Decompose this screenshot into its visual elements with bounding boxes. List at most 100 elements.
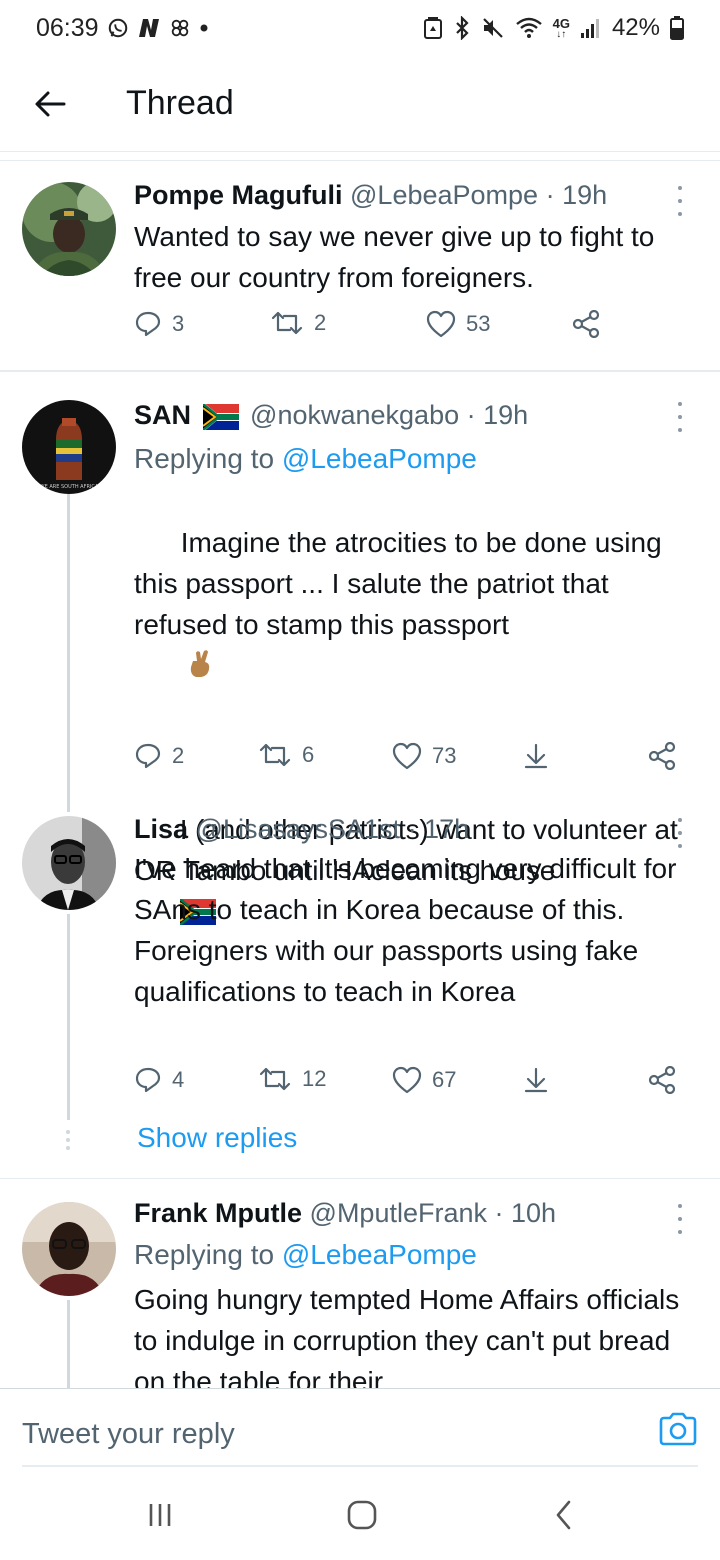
- reply-button[interactable]: 4: [134, 1066, 184, 1094]
- n-app-icon: [137, 17, 161, 39]
- like-count: 53: [466, 311, 491, 336]
- camera-button[interactable]: [658, 1411, 698, 1452]
- show-replies-link[interactable]: Show replies: [137, 1122, 297, 1154]
- status-bar: 06:39 4G ↓↑ 42%: [0, 0, 720, 56]
- tweet-text: Imagine the atrocities to be done using …: [134, 481, 698, 727]
- mention-link[interactable]: @LebeaPompe: [282, 443, 477, 474]
- page-title: Thread: [126, 84, 234, 122]
- tweet-card[interactable]: Frank Mputle @MputleFrank · 10h Replying…: [0, 1180, 720, 1388]
- divider: [0, 160, 720, 161]
- retweet-button[interactable]: 12: [258, 1066, 326, 1092]
- back-button[interactable]: [0, 56, 100, 152]
- avatar[interactable]: [22, 182, 116, 276]
- tweet-text-part: Imagine the atrocities to be done using …: [134, 527, 670, 640]
- retweet-count: 12: [302, 1066, 327, 1091]
- tweet-actions: 3 2 53: [134, 310, 690, 350]
- like-count: 67: [432, 1067, 457, 1092]
- tweet-header: Lisa @LisasaysSA1st · 17h: [134, 812, 698, 846]
- bookmark-button[interactable]: [522, 742, 550, 770]
- author-name[interactable]: Frank Mputle: [134, 1198, 302, 1228]
- share-button[interactable]: [648, 742, 678, 770]
- recent-apps-icon: [149, 1504, 171, 1526]
- avatar[interactable]: [22, 1202, 116, 1296]
- tweet-text: Wanted to say we never give up to fight …: [134, 221, 663, 293]
- divider: [22, 1465, 698, 1467]
- share-button[interactable]: [648, 1066, 678, 1094]
- retweet-icon: [259, 743, 291, 767]
- share-icon: [648, 742, 676, 770]
- south-africa-flag-icon: [202, 403, 239, 430]
- author-handle[interactable]: @MputleFrank: [310, 1198, 487, 1228]
- reply-count: 3: [172, 311, 185, 336]
- avatar[interactable]: [22, 816, 116, 910]
- signal-icon: [580, 17, 602, 39]
- author-name[interactable]: Lisa: [134, 814, 188, 844]
- author-handle[interactable]: @LebeaPompe: [350, 180, 538, 210]
- replying-to: Replying to @LebeaPompe: [134, 438, 698, 479]
- tweet-actions: 2 6 73: [134, 742, 690, 782]
- tweet-header: SAN @nokwanekgabo · 19h: [134, 398, 698, 432]
- author-name[interactable]: SAN: [134, 400, 191, 430]
- recent-apps-button[interactable]: [130, 1490, 190, 1540]
- mute-icon: [481, 16, 505, 40]
- download-icon: [524, 743, 548, 769]
- retweet-icon: [271, 311, 303, 335]
- wifi-icon: [515, 17, 543, 39]
- home-button[interactable]: [332, 1490, 392, 1540]
- dot-icon: [199, 23, 209, 33]
- avatar-caption: WE ARE SOUTH AFRICA: [40, 484, 99, 490]
- share-icon: [572, 310, 600, 338]
- retweet-count: 2: [314, 310, 327, 335]
- tweet-card[interactable]: WE ARE SOUTH AFRICA SAN @nokwanekgabo · …: [0, 372, 720, 925]
- retweet-icon: [259, 1067, 291, 1091]
- reply-button[interactable]: 2: [134, 742, 184, 770]
- status-time: 06:39: [36, 13, 99, 42]
- reply-count: 4: [172, 1067, 185, 1092]
- author-handle[interactable]: @nokwanekgabo: [250, 400, 459, 430]
- system-nav-bar: [0, 1468, 720, 1560]
- avatar[interactable]: WE ARE SOUTH AFRICA: [22, 400, 116, 494]
- heart-icon: [392, 742, 422, 770]
- network-type-label: 4G ↓↑: [552, 15, 570, 40]
- reply-icon: [135, 311, 161, 337]
- mention-link[interactable]: @LebeaPompe: [282, 1239, 477, 1270]
- tweet-time: · 19h: [466, 400, 529, 430]
- back-arrow-icon: [35, 91, 66, 116]
- camera-icon: [659, 1412, 697, 1446]
- replying-to: Replying to @LebeaPompe: [134, 1234, 698, 1275]
- share-button[interactable]: [572, 310, 602, 338]
- replying-to-label: Replying to: [134, 1239, 282, 1270]
- bluetooth-icon: [453, 16, 471, 40]
- divider: [0, 1178, 720, 1179]
- home-icon: [347, 1500, 377, 1530]
- like-button[interactable]: 53: [426, 310, 490, 338]
- like-count: 73: [432, 743, 457, 768]
- download-icon: [524, 1067, 548, 1093]
- bookmark-button[interactable]: [522, 1066, 550, 1094]
- heart-icon: [392, 1066, 422, 1094]
- app-header: Thread: [0, 56, 720, 152]
- app-badge-icon: [423, 16, 443, 40]
- like-button[interactable]: 67: [392, 1066, 456, 1094]
- tweet-text: I've heard that it's becoming very diffi…: [134, 853, 685, 1007]
- reply-icon: [135, 743, 161, 769]
- retweet-button[interactable]: 6: [258, 742, 314, 768]
- tweet-time: · 17h: [407, 814, 470, 844]
- heart-icon: [426, 310, 456, 338]
- back-nav-button[interactable]: [534, 1490, 594, 1540]
- tweet-header: Pompe Magufuli @LebeaPompe · 19h: [134, 178, 698, 212]
- share-icon: [648, 1066, 676, 1094]
- reply-button[interactable]: 3: [134, 310, 184, 338]
- reply-count: 2: [172, 743, 185, 768]
- reply-icon: [135, 1067, 161, 1093]
- tweet-card[interactable]: Pompe Magufuli @LebeaPompe · 19h Wanted …: [0, 162, 720, 370]
- retweet-button[interactable]: 2: [270, 310, 326, 336]
- author-handle[interactable]: @LisasaysSA1st: [196, 814, 401, 844]
- tweet-card[interactable]: Lisa @LisasaysSA1st · 17h I've heard tha…: [0, 800, 720, 1120]
- tweet-time: · 19h: [545, 180, 608, 210]
- like-button[interactable]: 73: [392, 742, 456, 770]
- author-name[interactable]: Pompe Magufuli: [134, 180, 343, 210]
- battery-icon: [670, 16, 684, 40]
- tweet-text: Going hungry tempted Home Affairs offici…: [134, 1284, 688, 1388]
- whatsapp-icon: [107, 17, 129, 39]
